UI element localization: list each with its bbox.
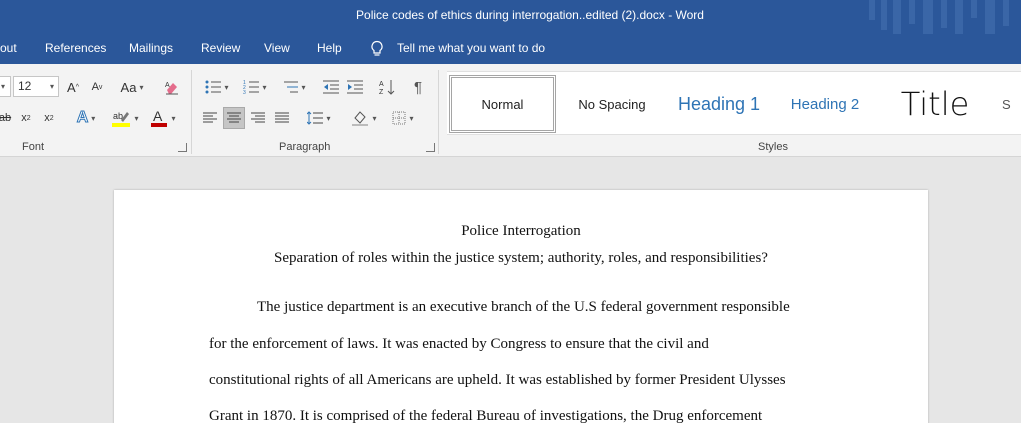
font-size-value: 12 xyxy=(18,79,32,93)
strikethrough-icon[interactable]: ab xyxy=(0,107,11,129)
svg-text:A: A xyxy=(153,108,163,124)
numbering-icon: 123 xyxy=(243,80,260,94)
document-area: Police Interrogation Separation of roles… xyxy=(0,158,1021,423)
show-formatting-marks-icon[interactable]: ¶ xyxy=(408,76,428,98)
title-bar-decoration xyxy=(861,0,1021,34)
line-spacing-icon xyxy=(307,111,324,125)
text-effects-button[interactable]: A ▾ xyxy=(70,107,102,129)
paragraph-dialog-launcher[interactable] xyxy=(426,143,435,152)
font-size-dropdown[interactable]: 12 ▾ xyxy=(13,76,59,97)
tab-view[interactable]: View xyxy=(264,41,290,55)
tell-me-search[interactable]: Tell me what you want to do xyxy=(397,41,545,55)
paint-bucket-icon xyxy=(352,111,369,126)
styles-group-label: Styles xyxy=(758,141,788,153)
svg-text:A: A xyxy=(165,82,170,89)
highlighter-icon: ab xyxy=(112,111,131,127)
text-effects-icon: A xyxy=(76,109,89,127)
shading-button[interactable]: ▾ xyxy=(347,107,381,129)
borders-button[interactable]: ▾ xyxy=(386,107,420,129)
align-right-icon[interactable] xyxy=(247,107,269,129)
group-divider xyxy=(438,70,439,154)
tab-layout[interactable]: out xyxy=(0,41,17,55)
highlight-color-button[interactable]: ab ▾ xyxy=(107,107,143,129)
font-name-dropdown[interactable]: ▾ xyxy=(0,76,11,97)
bullets-icon xyxy=(205,80,222,94)
borders-icon xyxy=(392,111,406,125)
clear-formatting-icon[interactable]: A xyxy=(162,76,182,98)
styles-gallery: Normal No Spacing Heading 1 Heading 2 Ti… xyxy=(447,71,1021,135)
change-case-label: Aa xyxy=(120,79,137,95)
paragraph-line: constitutional rights of all Americans a… xyxy=(209,372,786,388)
tab-review[interactable]: Review xyxy=(201,41,240,55)
lightbulb-icon xyxy=(370,40,384,58)
style-subtitle[interactable]: S xyxy=(1002,72,1021,134)
chevron-down-icon: ▾ xyxy=(49,82,54,91)
style-no-spacing[interactable]: No Spacing xyxy=(562,72,662,134)
superscript-icon[interactable]: x2 xyxy=(40,107,58,129)
grow-font-icon[interactable]: A ^ xyxy=(65,76,81,98)
bullets-button[interactable]: ▾ xyxy=(200,76,234,98)
align-center-icon[interactable] xyxy=(223,107,245,129)
font-color-icon: A xyxy=(151,108,168,127)
style-heading-1[interactable]: Heading 1 xyxy=(669,72,769,134)
justify-icon[interactable] xyxy=(271,107,293,129)
line-spacing-button[interactable]: ▾ xyxy=(302,107,336,129)
svg-text:A: A xyxy=(379,81,384,88)
document-subheading: Separation of roles within the justice s… xyxy=(274,250,768,266)
tab-references[interactable]: References xyxy=(45,41,106,55)
font-group-label: Font xyxy=(22,141,45,153)
subscript-icon[interactable]: x2 xyxy=(17,107,35,129)
paragraph-group-label: Paragraph xyxy=(279,141,331,153)
group-divider xyxy=(191,70,192,154)
tab-help[interactable]: Help xyxy=(317,41,342,55)
multilevel-list-icon xyxy=(284,81,299,93)
paragraph-line: The justice department is an executive b… xyxy=(257,299,790,315)
style-normal[interactable]: Normal xyxy=(449,75,556,133)
ribbon: ▾ 12 ▾ A ^ Av Aa ▾ A ab x2 x2 A ▾ ab ▾ A ▾ Fo… xyxy=(0,64,1021,157)
tab-mailings[interactable]: Mailings xyxy=(129,41,173,55)
paragraph-line: for the enforcement of laws. It was enac… xyxy=(209,336,709,352)
style-heading-2[interactable]: Heading 2 xyxy=(781,72,869,134)
change-case-button[interactable]: Aa ▾ xyxy=(116,76,148,98)
font-color-button[interactable]: A ▾ xyxy=(147,107,179,129)
shrink-font-icon[interactable]: Av xyxy=(89,76,105,98)
sort-icon[interactable]: AZ xyxy=(377,76,397,98)
font-dialog-launcher[interactable] xyxy=(178,143,187,152)
paragraph-line: Grant in 1870. It is comprised of the fe… xyxy=(209,408,763,423)
numbering-button[interactable]: 1 2 3 ▾ xyxy=(238,76,272,98)
increase-indent-icon[interactable] xyxy=(345,76,365,98)
ribbon-tabs: out References Mailings Review View Help… xyxy=(0,34,1021,64)
document-page[interactable]: Police Interrogation Separation of roles… xyxy=(114,190,928,423)
document-heading: Police Interrogation xyxy=(461,223,581,239)
svg-text:3: 3 xyxy=(243,90,246,94)
title-bar: Police codes of ethics during interrogat… xyxy=(0,0,1021,34)
svg-text:Z: Z xyxy=(379,89,384,95)
decrease-indent-icon[interactable] xyxy=(321,76,341,98)
multilevel-list-button[interactable]: ▾ xyxy=(277,76,311,98)
align-left-icon[interactable] xyxy=(199,107,221,129)
style-title[interactable]: Title xyxy=(885,72,985,134)
